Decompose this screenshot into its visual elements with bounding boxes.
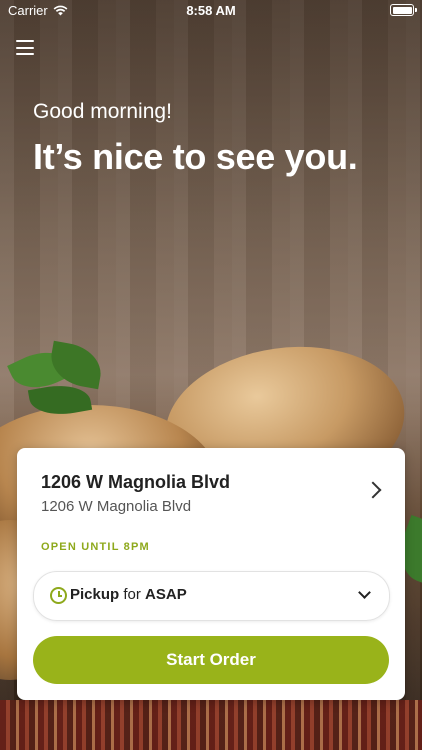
location-selector[interactable]: 1206 W Magnolia Blvd 1206 W Magnolia Blv… — [41, 472, 385, 520]
menu-icon[interactable] — [16, 40, 34, 56]
hours-status: OPEN UNTIL 8PM — [41, 541, 150, 553]
greeting: Good morning! — [33, 100, 172, 123]
status-bar-right — [390, 4, 417, 16]
start-order-button[interactable]: Start Order — [33, 636, 389, 684]
clock-icon — [50, 587, 67, 604]
order-mode-dropdown[interactable]: Pickup for ASAP — [33, 571, 390, 621]
status-bar: Carrier 8:58 AM — [0, 0, 422, 22]
battery-icon — [390, 4, 417, 16]
location-address: 1206 W Magnolia Blvd — [41, 498, 192, 515]
order-card: 1206 W Magnolia Blvd 1206 W Magnolia Blv… — [17, 448, 405, 700]
chevron-down-icon — [358, 586, 371, 599]
order-time: ASAP — [145, 586, 187, 603]
page-title: It’s nice to see you. — [33, 136, 358, 177]
order-mode: Pickup — [70, 586, 120, 603]
location-name: 1206 W Magnolia Blvd — [41, 472, 231, 492]
tablecloth — [0, 700, 422, 750]
order-mode-label: Pickup for ASAP — [70, 586, 187, 603]
clock-time: 8:58 AM — [186, 3, 236, 18]
order-mode-connector: for — [119, 586, 146, 603]
